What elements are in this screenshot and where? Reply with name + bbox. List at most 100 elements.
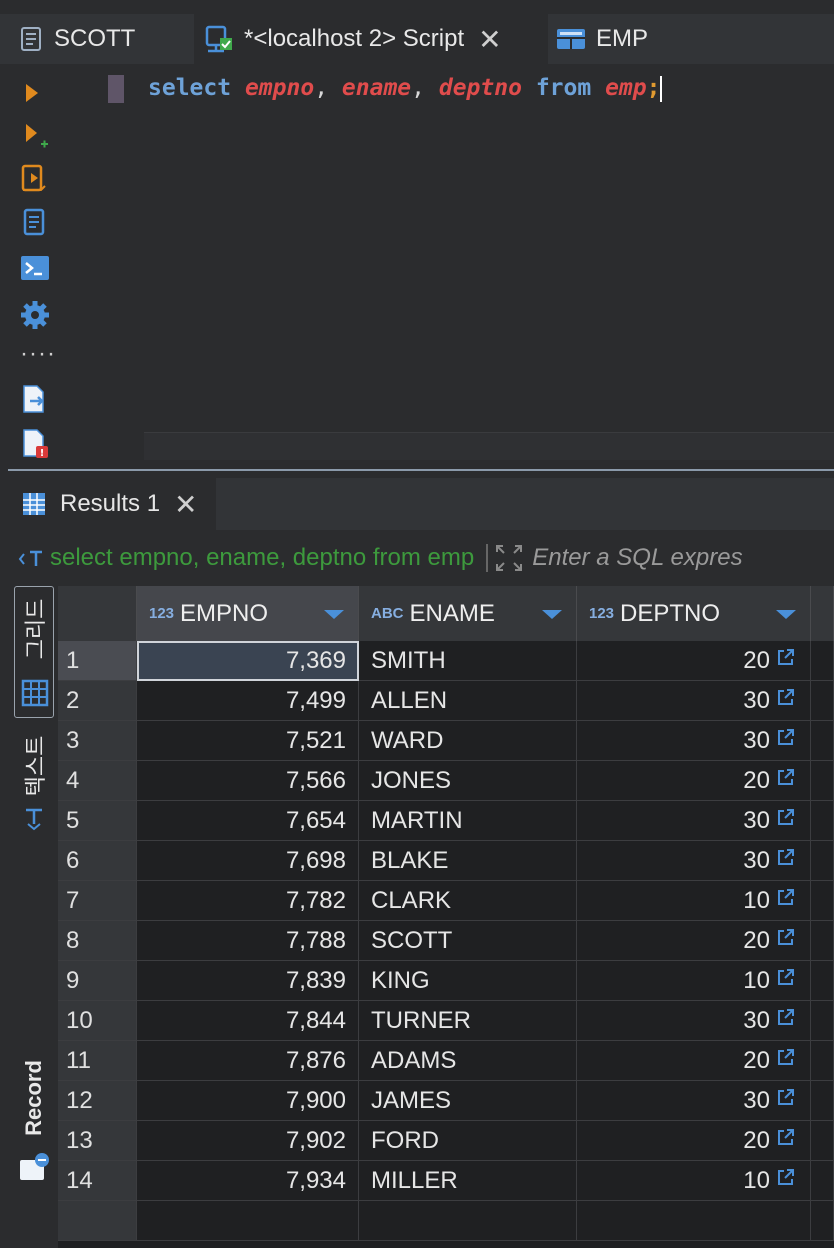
empno-cell[interactable]: 7,566 bbox=[137, 761, 359, 801]
foreign-key-link-icon[interactable] bbox=[776, 1040, 796, 1080]
table-row[interactable]: 8 7,788 SCOTT 20 bbox=[58, 921, 834, 961]
column-header-empno[interactable]: 123 EMPNO bbox=[137, 586, 359, 641]
ename-cell[interactable]: JONES bbox=[359, 761, 577, 801]
execute-script-icon[interactable] bbox=[20, 164, 48, 194]
empno-cell[interactable]: 7,839 bbox=[137, 961, 359, 1001]
ename-cell[interactable]: SCOTT bbox=[359, 921, 577, 961]
foreign-key-link-icon[interactable] bbox=[776, 800, 796, 840]
deptno-cell[interactable]: 10 bbox=[577, 961, 811, 1001]
row-number-cell[interactable]: 6 bbox=[58, 841, 137, 881]
foreign-key-link-icon[interactable] bbox=[776, 1160, 796, 1200]
row-number-cell[interactable]: 7 bbox=[58, 881, 137, 921]
table-row[interactable]: 3 7,521 WARD 30 bbox=[58, 721, 834, 761]
row-number-cell[interactable]: 14 bbox=[58, 1161, 137, 1201]
ename-cell[interactable]: KING bbox=[359, 961, 577, 1001]
deptno-cell[interactable]: 30 bbox=[577, 1081, 811, 1121]
ename-cell[interactable]: ALLEN bbox=[359, 681, 577, 721]
tab-emp[interactable]: EMP bbox=[556, 14, 648, 64]
chevron-down-icon[interactable] bbox=[776, 610, 796, 619]
table-row[interactable]: 2 7,499 ALLEN 30 bbox=[58, 681, 834, 721]
ename-cell[interactable]: MARTIN bbox=[359, 801, 577, 841]
empno-cell[interactable]: 7,782 bbox=[137, 881, 359, 921]
table-row[interactable]: 7 7,782 CLARK 10 bbox=[58, 881, 834, 921]
foreign-key-link-icon[interactable] bbox=[776, 960, 796, 1000]
chevron-down-icon[interactable] bbox=[542, 610, 562, 619]
table-row[interactable]: 11 7,876 ADAMS 20 bbox=[58, 1041, 834, 1081]
row-number-cell[interactable]: 13 bbox=[58, 1121, 137, 1161]
empno-cell[interactable]: 7,934 bbox=[137, 1161, 359, 1201]
ename-cell[interactable]: BLAKE bbox=[359, 841, 577, 881]
deptno-cell[interactable]: 30 bbox=[577, 841, 811, 881]
table-row[interactable]: 10 7,844 TURNER 30 bbox=[58, 1001, 834, 1041]
row-number-cell[interactable]: 3 bbox=[58, 721, 137, 761]
ename-cell[interactable]: ADAMS bbox=[359, 1041, 577, 1081]
filter-expression-input[interactable]: Enter a SQL expres bbox=[532, 544, 742, 572]
chevron-down-icon[interactable] bbox=[324, 610, 344, 619]
ename-cell[interactable]: JAMES bbox=[359, 1081, 577, 1121]
table-row[interactable]: 1 7,369 SMITH 20 bbox=[58, 641, 834, 681]
more-icon[interactable]: ···· bbox=[20, 340, 56, 368]
deptno-cell[interactable]: 30 bbox=[577, 681, 811, 721]
filter-sql-text[interactable]: select empno, ename, deptno from emp bbox=[50, 544, 474, 572]
table-row[interactable]: 14 7,934 MILLER 10 bbox=[58, 1161, 834, 1201]
row-number-cell[interactable]: 12 bbox=[58, 1081, 137, 1121]
row-number-cell[interactable]: 1 bbox=[58, 641, 137, 681]
foreign-key-link-icon[interactable] bbox=[776, 640, 796, 680]
row-number-cell[interactable]: 10 bbox=[58, 1001, 137, 1041]
text-view-button[interactable]: 텍스트 bbox=[12, 726, 56, 846]
results-grid[interactable]: 123 EMPNO ABC ENAME 123 DEPTNO 1 7,369 SMI… bbox=[58, 586, 834, 1248]
table-row[interactable]: 12 7,900 JAMES 30 bbox=[58, 1081, 834, 1121]
ename-cell[interactable]: FORD bbox=[359, 1121, 577, 1161]
deptno-cell[interactable]: 20 bbox=[577, 1121, 811, 1161]
empno-cell[interactable]: 7,521 bbox=[137, 721, 359, 761]
foreign-key-link-icon[interactable] bbox=[776, 840, 796, 880]
empno-cell[interactable]: 7,698 bbox=[137, 841, 359, 881]
empno-cell[interactable]: 7,654 bbox=[137, 801, 359, 841]
foreign-key-link-icon[interactable] bbox=[776, 680, 796, 720]
foreign-key-link-icon[interactable] bbox=[776, 1080, 796, 1120]
terminal-icon[interactable] bbox=[20, 254, 50, 282]
deptno-cell[interactable]: 20 bbox=[577, 921, 811, 961]
deptno-cell[interactable]: 30 bbox=[577, 1001, 811, 1041]
deptno-cell[interactable]: 10 bbox=[577, 881, 811, 921]
table-row[interactable]: 5 7,654 MARTIN 30 bbox=[58, 801, 834, 841]
close-icon[interactable]: ✕ bbox=[174, 488, 197, 521]
foreign-key-link-icon[interactable] bbox=[776, 760, 796, 800]
panel-splitter[interactable] bbox=[8, 469, 834, 471]
row-number-cell[interactable]: 4 bbox=[58, 761, 137, 801]
ename-cell[interactable]: CLARK bbox=[359, 881, 577, 921]
empno-cell[interactable]: 7,900 bbox=[137, 1081, 359, 1121]
row-number-cell[interactable]: 11 bbox=[58, 1041, 137, 1081]
ename-cell[interactable]: TURNER bbox=[359, 1001, 577, 1041]
empno-cell[interactable]: 7,499 bbox=[137, 681, 359, 721]
export-icon[interactable] bbox=[20, 384, 48, 414]
explain-plan-icon[interactable] bbox=[20, 208, 48, 238]
execute-new-tab-icon[interactable] bbox=[20, 122, 50, 152]
grid-view-button[interactable]: 그리드 bbox=[14, 586, 54, 718]
deptno-cell[interactable]: 10 bbox=[577, 1161, 811, 1201]
row-number-cell[interactable]: 8 bbox=[58, 921, 137, 961]
foreign-key-link-icon[interactable] bbox=[776, 720, 796, 760]
table-row[interactable]: 13 7,902 FORD 20 bbox=[58, 1121, 834, 1161]
error-log-icon[interactable]: ! bbox=[20, 428, 50, 460]
deptno-cell[interactable]: 30 bbox=[577, 721, 811, 761]
deptno-cell[interactable]: 20 bbox=[577, 1041, 811, 1081]
row-number-cell[interactable]: 9 bbox=[58, 961, 137, 1001]
empno-cell[interactable]: 7,844 bbox=[137, 1001, 359, 1041]
record-view-button[interactable]: Record bbox=[12, 1046, 56, 1186]
row-number-cell[interactable]: 5 bbox=[58, 801, 137, 841]
column-header-deptno[interactable]: 123 DEPTNO bbox=[577, 586, 811, 641]
ename-cell[interactable]: SMITH bbox=[359, 641, 577, 681]
table-row[interactable]: 4 7,566 JONES 20 bbox=[58, 761, 834, 801]
empno-cell[interactable]: 7,788 bbox=[137, 921, 359, 961]
foreign-key-link-icon[interactable] bbox=[776, 1000, 796, 1040]
editor-horizontal-scrollbar[interactable] bbox=[144, 432, 834, 460]
deptno-cell[interactable]: 20 bbox=[577, 641, 811, 681]
table-row[interactable]: 6 7,698 BLAKE 30 bbox=[58, 841, 834, 881]
empno-cell[interactable]: 7,369 bbox=[137, 641, 359, 681]
empno-cell[interactable]: 7,876 bbox=[137, 1041, 359, 1081]
settings-gear-icon[interactable] bbox=[20, 300, 50, 330]
foreign-key-link-icon[interactable] bbox=[776, 880, 796, 920]
deptno-cell[interactable]: 20 bbox=[577, 761, 811, 801]
table-row[interactable]: 9 7,839 KING 10 bbox=[58, 961, 834, 1001]
